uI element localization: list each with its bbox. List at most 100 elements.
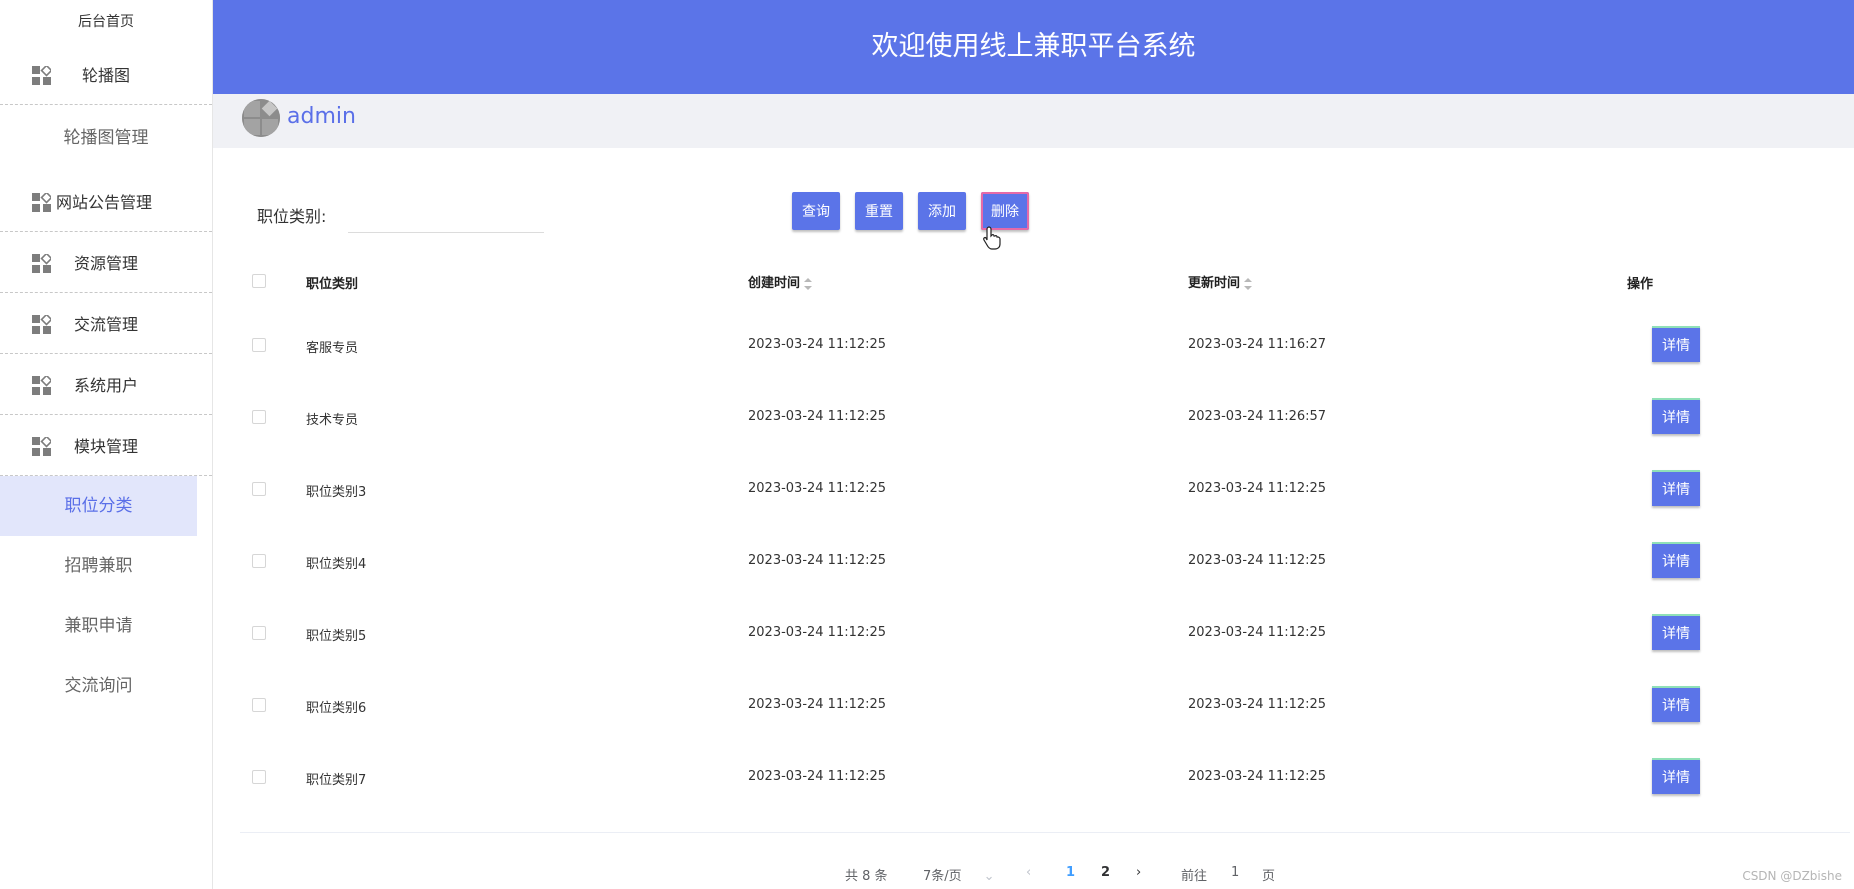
goto-suffix: 页 [1262,869,1276,884]
page-size-select[interactable]: 7条/页 ⌄ [923,865,995,884]
cell-category: 技术专员 [306,413,359,428]
user-bar: admin [213,94,1854,148]
next-page-icon[interactable]: › [1136,865,1141,880]
sidebar-item-consult[interactable]: 交流询问 [0,656,197,716]
goto-prefix: 前往 [1181,869,1208,884]
detail-button[interactable]: 详情 [1652,398,1700,434]
cell-updated: 2023-03-24 11:12:25 [1188,769,1327,784]
cell-created: 2023-03-24 11:12:25 [748,553,887,568]
top-header: 欢迎使用线上兼职平台系统 [213,0,1854,94]
menu-group-label: 网站公告管理 [56,193,153,212]
col-header-actions: 操作 [1627,277,1654,292]
sidebar-item-recruit-parttime[interactable]: 招聘兼职 [0,536,197,596]
row-checkbox[interactable] [252,626,266,640]
page-number-2[interactable]: 2 [1101,865,1110,880]
page-number-1[interactable]: 1 [1066,865,1075,880]
row-checkbox[interactable] [252,338,266,352]
row-checkbox[interactable] [252,698,266,712]
table-row: 技术专员 2023-03-24 11:12:25 2023-03-24 11:2… [240,380,1850,452]
col-header-created[interactable]: 创建时间 [748,272,813,291]
menu-group-carousel[interactable]: 轮播图 [0,44,212,105]
table-divider [240,832,1850,833]
cell-updated: 2023-03-24 11:12:25 [1188,553,1327,568]
menu-group-label: 系统用户 [73,376,138,395]
page-title: 欢迎使用线上兼职平台系统 [871,31,1196,62]
avatar[interactable] [242,99,280,137]
cell-updated: 2023-03-24 11:12:25 [1188,697,1327,712]
pagination-total: 共 8 条 [845,869,888,884]
watermark: CSDN @DZbishe [1742,869,1842,883]
menu-group-modules[interactable]: 模块管理 [0,415,212,476]
sort-icon[interactable] [1244,277,1253,290]
main-content: 职位类别: 查询 重置 添加 删除 职位类别 创建时间 更新时间 操作 客服专员… [220,156,1854,889]
cell-category: 职位类别4 [306,557,367,572]
menu-group-system-users[interactable]: 系统用户 [0,354,212,415]
detail-button[interactable]: 详情 [1652,686,1700,722]
job-category-search-input[interactable] [348,194,544,233]
detail-button[interactable]: 详情 [1652,614,1700,650]
detail-button[interactable]: 详情 [1652,542,1700,578]
table-row: 职位类别4 2023-03-24 11:12:25 2023-03-24 11:… [240,524,1850,596]
cell-updated: 2023-03-24 11:12:25 [1188,481,1327,496]
cell-created: 2023-03-24 11:12:25 [748,625,887,640]
prev-page-icon[interactable]: ‹ [1026,865,1031,880]
menu-group-notice[interactable]: 网站公告管理 [0,171,212,232]
detail-button[interactable]: 详情 [1652,326,1700,362]
sidebar-item-parttime-apply[interactable]: 兼职申请 [0,596,197,656]
sidebar-item-carousel-manage[interactable]: 轮播图管理 [0,105,212,171]
table-row: 职位类别3 2023-03-24 11:12:25 2023-03-24 11:… [240,452,1850,524]
menu-group-label: 模块管理 [73,437,138,456]
row-checkbox[interactable] [252,770,266,784]
delete-button[interactable]: 删除 [981,192,1029,230]
table-row: 职位类别6 2023-03-24 11:12:25 2023-03-24 11:… [240,668,1850,740]
grid-icon [32,193,51,212]
menu-group-label: 交流管理 [73,315,138,334]
sidebar-home-link[interactable]: 后台首页 [0,0,212,44]
username[interactable]: admin [287,104,356,129]
goto-page-input[interactable]: 1 [1231,865,1239,880]
col-header-category: 职位类别 [306,277,359,292]
query-button[interactable]: 查询 [792,192,840,230]
chevron-down-icon: ⌄ [983,869,995,884]
cell-updated: 2023-03-24 11:12:25 [1188,625,1327,640]
add-button[interactable]: 添加 [918,192,966,230]
job-category-table: 职位类别 创建时间 更新时间 操作 客服专员 2023-03-24 11:12:… [240,252,1850,812]
avatar-icon [242,99,280,137]
col-header-updated-label: 更新时间 [1188,276,1241,291]
cell-category: 职位类别3 [306,485,367,500]
table-row: 职位类别5 2023-03-24 11:12:25 2023-03-24 11:… [240,596,1850,668]
cell-created: 2023-03-24 11:12:25 [748,337,887,352]
col-header-created-label: 创建时间 [748,276,801,291]
cell-created: 2023-03-24 11:12:25 [748,481,887,496]
cell-created: 2023-03-24 11:12:25 [748,409,887,424]
cell-category: 客服专员 [306,341,359,356]
cell-updated: 2023-03-24 11:26:57 [1188,409,1327,424]
menu-group-label: 资源管理 [73,254,138,273]
select-all-checkbox[interactable] [252,274,266,288]
table-header-row: 职位类别 创建时间 更新时间 操作 [240,252,1850,308]
col-header-updated[interactable]: 更新时间 [1188,272,1253,291]
cell-created: 2023-03-24 11:12:25 [748,697,887,712]
table-row: 职位类别7 2023-03-24 11:12:25 2023-03-24 11:… [240,740,1850,812]
filter-label: 职位类别: [257,207,327,226]
menu-group-resources[interactable]: 资源管理 [0,232,212,293]
sidebar-item-job-category[interactable]: 职位分类 [0,476,197,536]
cell-category: 职位类别5 [306,629,367,644]
reset-button[interactable]: 重置 [855,192,903,230]
row-checkbox[interactable] [252,482,266,496]
cell-created: 2023-03-24 11:12:25 [748,769,887,784]
cell-category: 职位类别6 [306,701,367,716]
table-row: 客服专员 2023-03-24 11:12:25 2023-03-24 11:1… [240,308,1850,380]
sidebar: 后台首页 轮播图 轮播图管理 网站公告管理 资源管理 交流管理 系统用户 模块管… [0,0,213,889]
cell-updated: 2023-03-24 11:16:27 [1188,337,1327,352]
sort-icon[interactable] [804,277,813,290]
menu-group-label: 轮播图 [81,66,130,85]
hand-cursor-icon [983,226,1001,250]
row-checkbox[interactable] [252,410,266,424]
menu-group-communication[interactable]: 交流管理 [0,293,212,354]
cell-category: 职位类别7 [306,773,367,788]
row-checkbox[interactable] [252,554,266,568]
detail-button[interactable]: 详情 [1652,470,1700,506]
page-size-value: 7条/页 [923,869,962,884]
detail-button[interactable]: 详情 [1652,758,1700,794]
